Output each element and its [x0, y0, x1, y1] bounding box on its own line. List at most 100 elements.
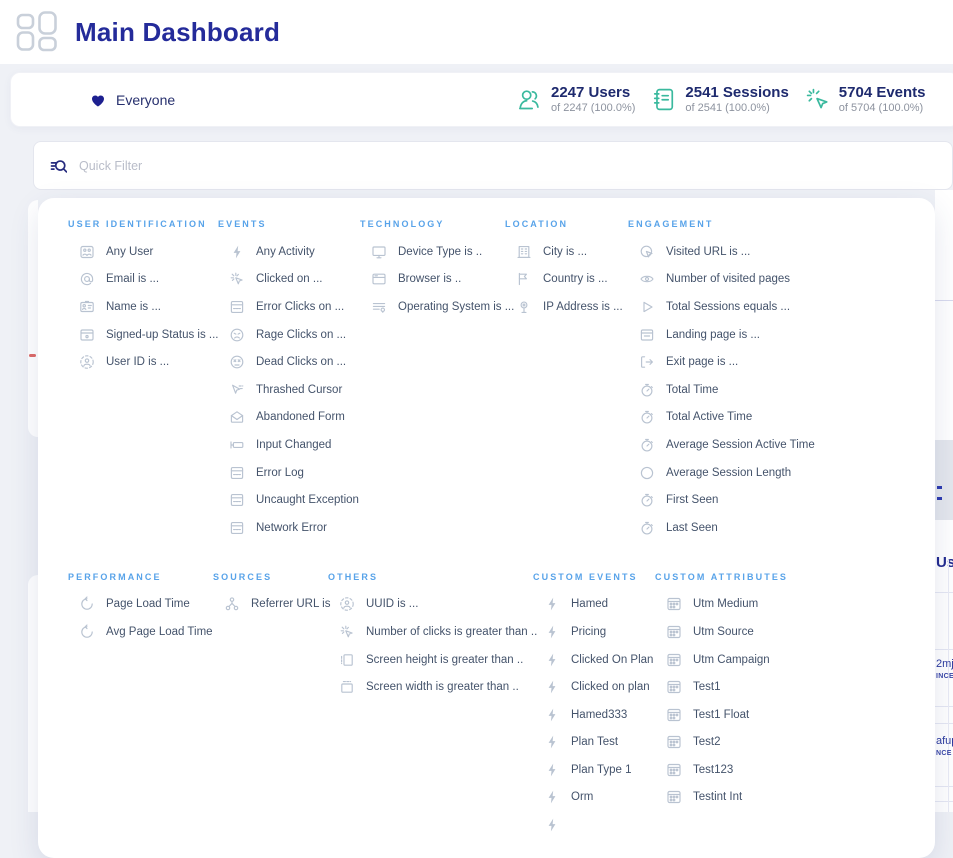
filter-option-pricing[interactable]: Pricing [533, 618, 655, 646]
bolt-icon [544, 762, 560, 778]
filter-option-label: Name is ... [106, 301, 161, 313]
filter-option-average-session-length[interactable]: Average Session Length [628, 459, 935, 487]
filter-option-clicked-on[interactable]: Clicked on ... [218, 266, 360, 294]
filter-option-label: Hamed [571, 598, 608, 610]
filter-category-title: SOURCES [213, 572, 328, 583]
filter-option-error-log[interactable]: Error Log [218, 459, 360, 487]
filter-option-label: Clicked on plan [571, 681, 650, 693]
page-404-icon [229, 465, 245, 481]
filter-option-label: Total Time [666, 384, 718, 396]
filter-menu-bottom-row: PERFORMANCE Page Load TimeAvg Page Load T… [68, 572, 935, 839]
filter-option-any-activity[interactable]: Any Activity [218, 238, 360, 266]
filter-option-last-seen[interactable]: Last Seen [628, 514, 935, 542]
filter-category-title: USER IDENTIFICATION [68, 219, 218, 230]
filter-option-abandoned-form[interactable]: Abandoned Form [218, 404, 360, 432]
filter-category-engagement: ENGAGEMENTVisited URL is ...Number of vi… [628, 219, 935, 542]
filter-option-signed-up-status-is[interactable]: Signed-up Status is ... [68, 321, 218, 349]
user-dashed-icon [339, 596, 355, 612]
browser-window-icon [371, 271, 387, 287]
os-lines-icon [371, 299, 387, 315]
filter-category-title: PERFORMANCE [68, 572, 213, 583]
eye-icon [639, 271, 655, 287]
bolt-icon [544, 652, 560, 668]
monitor-icon [371, 244, 387, 260]
filter-option-landing-page-is[interactable]: Landing page is ... [628, 321, 935, 349]
filter-category-title: OTHERS [328, 572, 533, 583]
filter-option-total-sessions-equals[interactable]: Total Sessions equals ... [628, 293, 935, 321]
segment-selector[interactable]: Everyone [89, 73, 175, 126]
filter-option-utm-medium[interactable]: Utm Medium [655, 591, 935, 619]
filter-option-clicked-on-plan[interactable]: Clicked on plan [533, 673, 655, 701]
filter-option-plan-test[interactable]: Plan Test [533, 729, 655, 757]
filter-option-device-type-is[interactable]: Device Type is .. [360, 238, 505, 266]
filter-option-label: Error Clicks on ... [256, 301, 344, 313]
filter-option-screen-height-is-greater-than[interactable]: Screen height is greater than .. [328, 646, 533, 674]
filter-option-label: UUID is ... [366, 598, 418, 610]
filter-option-ip-address-is[interactable]: IP Address is ... [505, 293, 628, 321]
stopwatch-icon [639, 437, 655, 453]
filter-option-dead-clicks-on[interactable]: Dead Clicks on ... [218, 348, 360, 376]
filter-option-user-id-is[interactable]: User ID is ... [68, 348, 218, 376]
filter-option-email-is[interactable]: Email is ... [68, 266, 218, 294]
filter-option-number-of-clicks-is-greater-than[interactable]: Number of clicks is greater than .. [328, 618, 533, 646]
filter-option-utm-campaign[interactable]: Utm Campaign [655, 646, 935, 674]
filter-option-screen-width-is-greater-than[interactable]: Screen width is greater than .. [328, 673, 533, 701]
filter-option-city-is[interactable]: City is ... [505, 238, 628, 266]
filter-option-country-is[interactable]: Country is ... [505, 266, 628, 294]
filter-option-first-seen[interactable]: First Seen [628, 486, 935, 514]
stat-2541-sessions: 2541 Sessionsof 2541 (100.0%) [650, 84, 788, 116]
filter-category-sources: SOURCES Referrer URL is [213, 572, 328, 619]
filter-option-label: Test1 [693, 681, 721, 693]
filter-option-browser-is[interactable]: Browser is .. [360, 266, 505, 294]
filter-option-test2[interactable]: Test2 [655, 729, 935, 757]
filter-option-label: Test1 Float [693, 709, 749, 721]
filter-option-referrer-url-is[interactable]: Referrer URL is [213, 591, 328, 619]
filter-option-plan-type-1[interactable]: Plan Type 1 [533, 756, 655, 784]
row-text: 2mjx [936, 658, 953, 670]
filter-option-total-time[interactable]: Total Time [628, 376, 935, 404]
background-dash [937, 486, 942, 489]
filter-option-visited-url-is[interactable]: Visited URL is ... [628, 238, 935, 266]
filter-option-test123[interactable]: Test123 [655, 756, 935, 784]
filter-option-uncaught-exception[interactable]: Uncaught Exception [218, 486, 360, 514]
filter-option-test1-float[interactable]: Test1 Float [655, 701, 935, 729]
filter-option-label: Browser is .. [398, 273, 461, 285]
filter-option-operating-system-is[interactable]: Operating System is ... [360, 293, 505, 321]
filter-option-average-session-active-time[interactable]: Average Session Active Time [628, 431, 935, 459]
filter-option-avg-page-load-time[interactable]: Avg Page Load Time [68, 618, 213, 646]
filter-option-test1[interactable]: Test1 [655, 673, 935, 701]
filter-option-error-clicks-on[interactable]: Error Clicks on ... [218, 293, 360, 321]
filter-option-label: Input Changed [256, 439, 331, 451]
filter-option-exit-page-is[interactable]: Exit page is ... [628, 348, 935, 376]
filter-option-rage-clicks-on[interactable]: Rage Clicks on ... [218, 321, 360, 349]
filter-option-clicked-on-plan[interactable]: Clicked On Plan [533, 646, 655, 674]
filter-option-thrashed-cursor[interactable]: Thrashed Cursor [218, 376, 360, 404]
filter-option-item[interactable] [533, 811, 655, 839]
stopwatch-icon [639, 492, 655, 508]
filter-category-location: LOCATIONCity is ...Country is ...IP Addr… [505, 219, 628, 321]
filter-option-network-error[interactable]: Network Error [218, 514, 360, 542]
stat-detail: of 2247 (100.0%) [551, 101, 635, 115]
filter-option-utm-source[interactable]: Utm Source [655, 618, 935, 646]
filter-option-label: User ID is ... [106, 356, 169, 368]
face-angry-icon [229, 327, 245, 343]
filter-option-page-load-time[interactable]: Page Load Time [68, 591, 213, 619]
filter-option-number-of-visited-pages[interactable]: Number of visited pages [628, 266, 935, 294]
filter-option-testint-int[interactable]: Testint Int [655, 784, 935, 812]
filter-option-label: Plan Test [571, 736, 618, 748]
quick-filter-input[interactable] [77, 158, 952, 174]
sessions-stat-icon [650, 86, 677, 113]
filter-option-hamed[interactable]: Hamed [533, 591, 655, 619]
filter-option-label: Clicked On Plan [571, 654, 653, 666]
filter-option-total-active-time[interactable]: Total Active Time [628, 404, 935, 432]
filter-option-input-changed[interactable]: Input Changed [218, 431, 360, 459]
filter-option-uuid-is[interactable]: UUID is ... [328, 591, 533, 619]
attribute-grid-icon [666, 707, 682, 723]
bolt-icon [229, 244, 245, 260]
filter-option-name-is[interactable]: Name is ... [68, 293, 218, 321]
stopwatch-icon [639, 520, 655, 536]
filter-option-any-user[interactable]: Any User [68, 238, 218, 266]
filter-option-hamed333[interactable]: Hamed333 [533, 701, 655, 729]
filter-option-orm[interactable]: Orm [533, 784, 655, 812]
stat-5704-events: 5704 Eventsof 5704 (100.0%) [804, 84, 926, 116]
